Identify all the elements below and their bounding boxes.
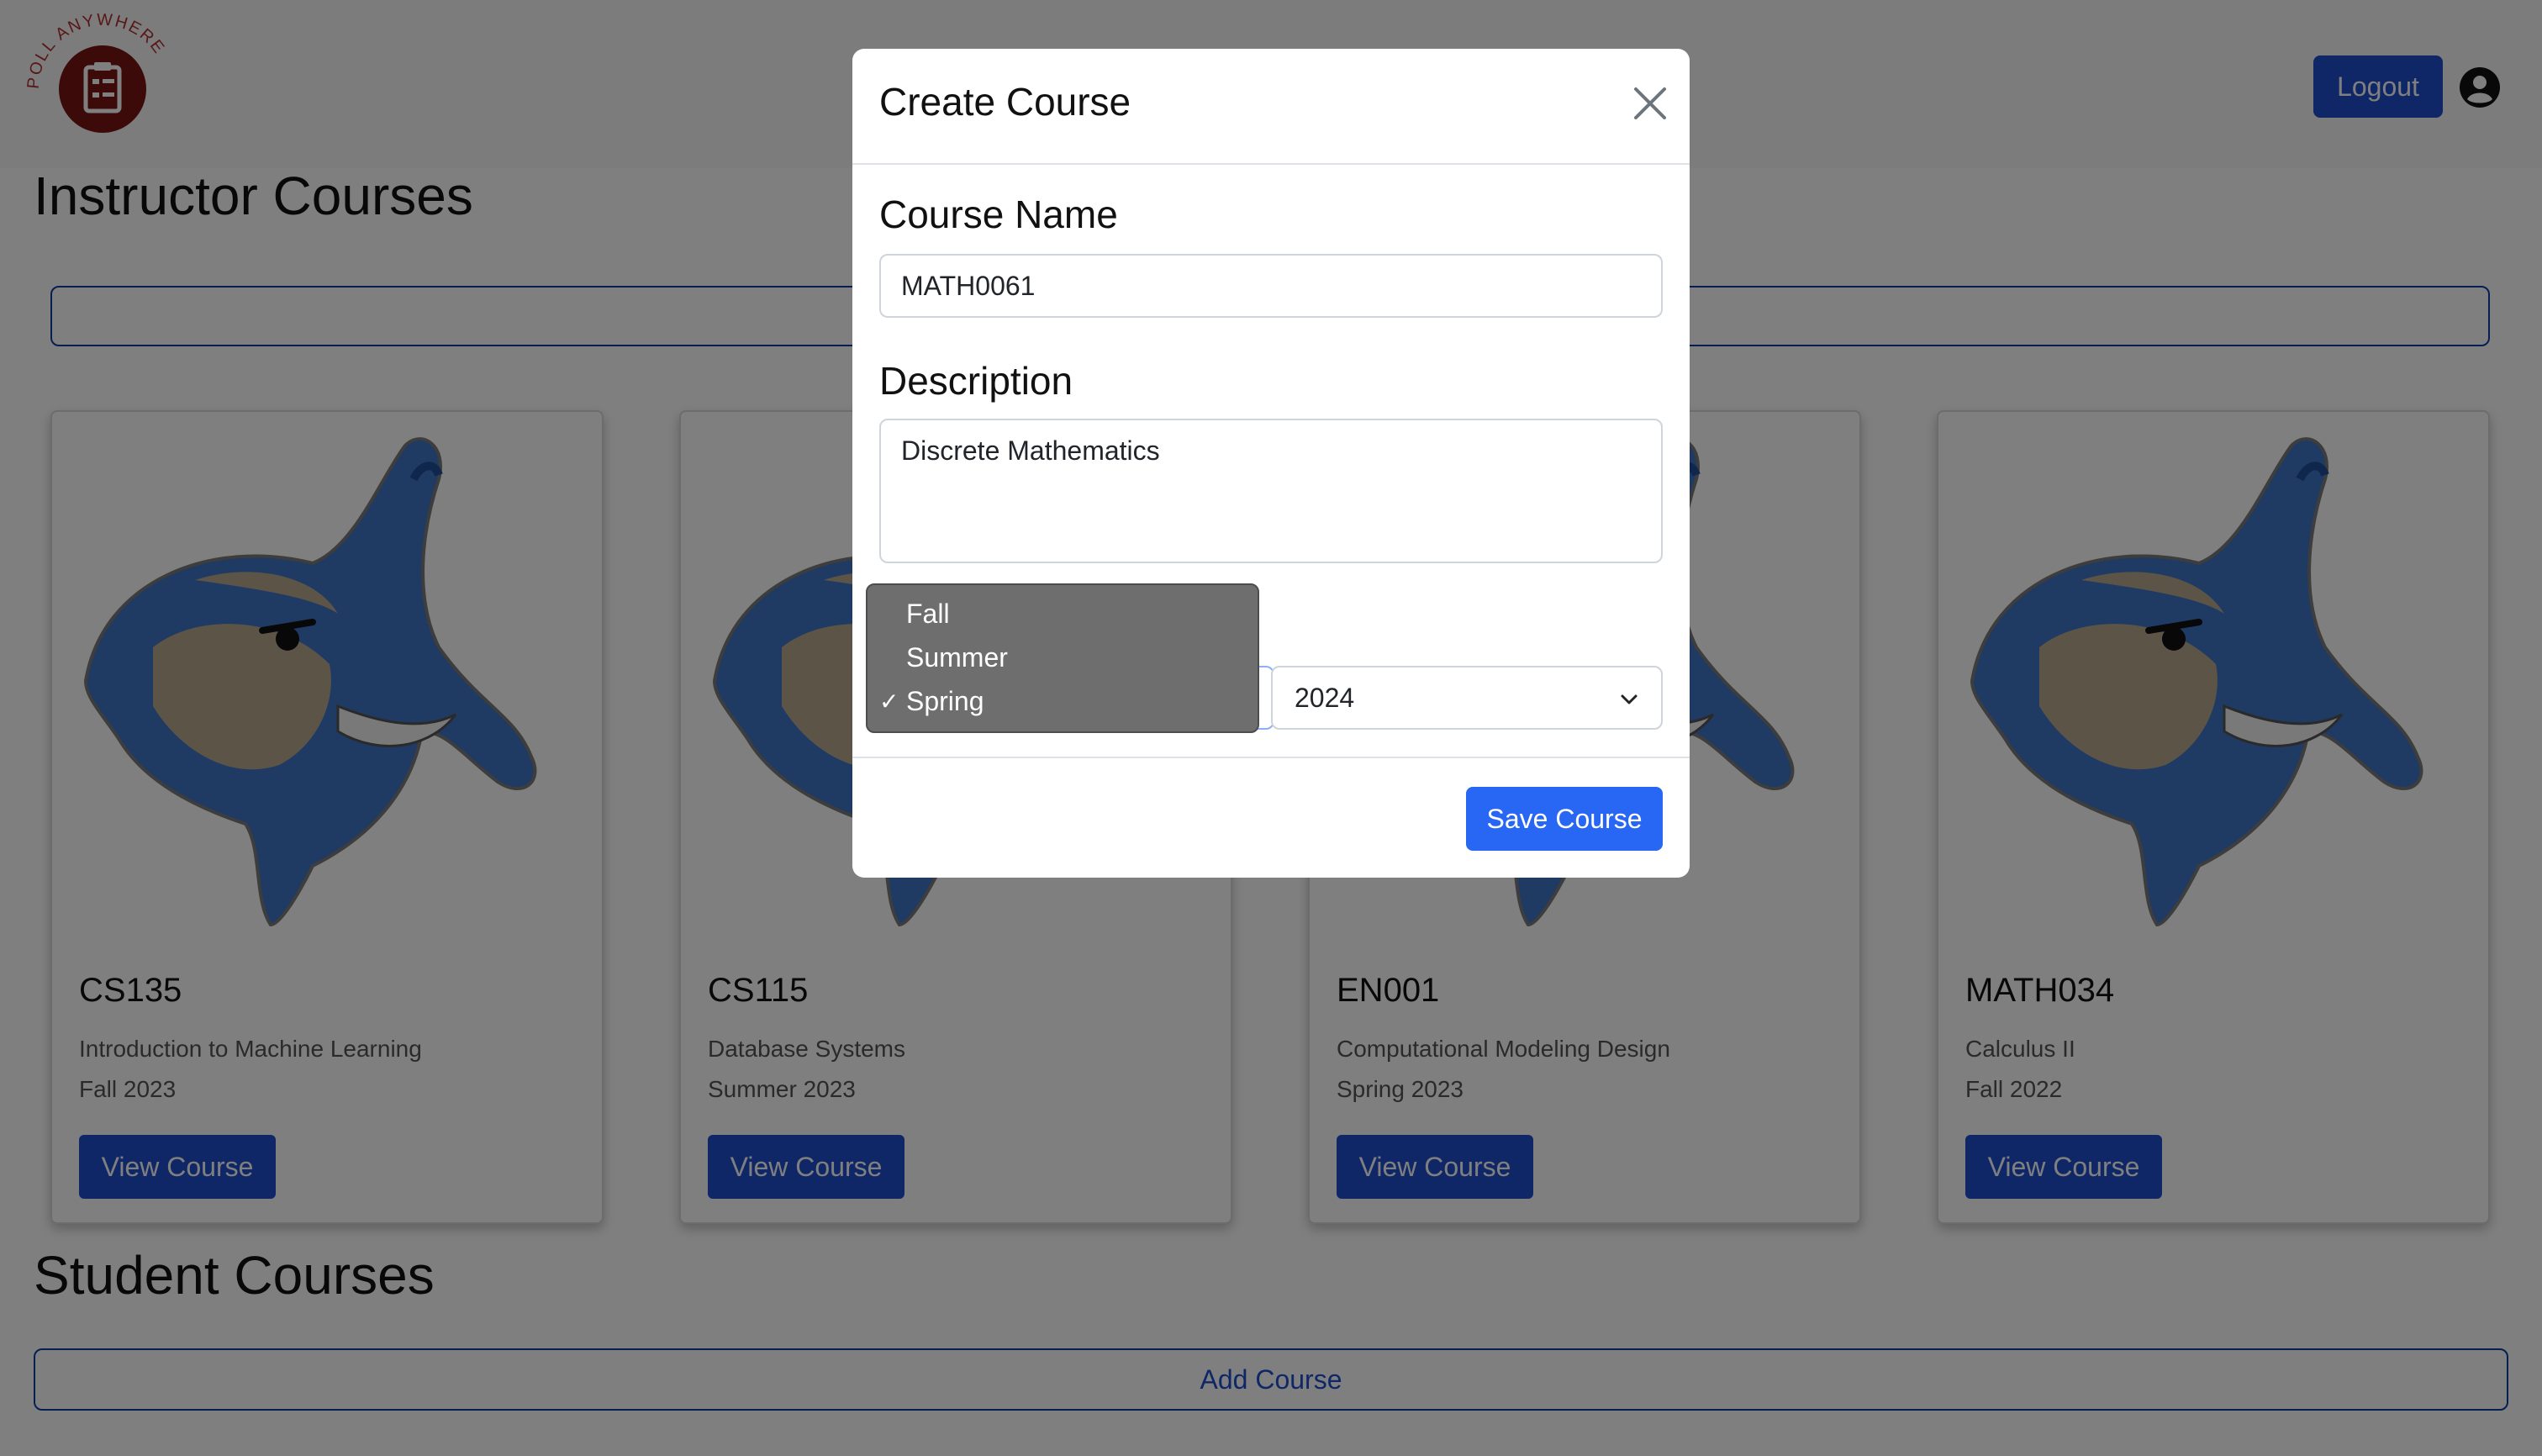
- description-label: Description: [879, 359, 1073, 403]
- term-dropdown-menu: Fall Summer ✓ Spring: [866, 583, 1259, 733]
- create-course-modal: Create Course Course Name MATH0061 Descr…: [852, 49, 1690, 878]
- checkmark-icon: ✓: [879, 688, 899, 715]
- save-course-button[interactable]: Save Course: [1466, 787, 1663, 851]
- modal-footer-divider: [852, 757, 1690, 758]
- page: POLL ANYWHERE Logout Instructor Courses …: [0, 0, 2542, 1456]
- course-name-input[interactable]: MATH0061: [879, 254, 1663, 318]
- year-value: 2024: [1295, 682, 1355, 713]
- modal-title: Create Course: [879, 80, 1131, 124]
- close-icon[interactable]: [1631, 84, 1669, 123]
- year-select[interactable]: 2024: [1271, 666, 1663, 730]
- modal-header-divider: [852, 163, 1690, 165]
- description-textarea[interactable]: Discrete Mathematics: [879, 419, 1663, 563]
- course-name-label: Course Name: [879, 193, 1118, 236]
- dropdown-option-spring[interactable]: Spring: [906, 686, 984, 717]
- dropdown-option-summer[interactable]: Summer: [906, 642, 1008, 673]
- dropdown-option-fall[interactable]: Fall: [906, 599, 950, 630]
- chevron-down-icon: [1621, 694, 1638, 704]
